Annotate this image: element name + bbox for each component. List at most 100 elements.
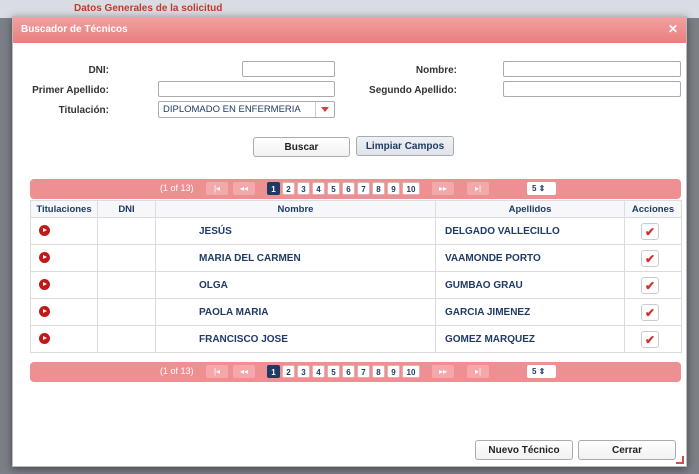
page-button[interactable]: 2: [282, 182, 295, 195]
column-header-acciones: Acciones: [624, 200, 682, 218]
background-section-heading: Datos Generales de la solicitud: [74, 3, 223, 14]
acciones-cell: ✔: [624, 217, 682, 245]
page-button[interactable]: 8: [372, 182, 385, 195]
previous-page-button[interactable]: ◂◂: [233, 182, 255, 195]
column-header-apellidos[interactable]: Apellidos: [435, 200, 625, 218]
arrow-circle-icon[interactable]: [39, 225, 50, 237]
table-header-row: Titulaciones DNI Nombre Apellidos Accion…: [30, 200, 682, 218]
page-button[interactable]: 4: [312, 365, 325, 378]
table-row[interactable]: OLGA GUMBAO GRAU ✔: [30, 271, 682, 299]
nombre-cell: OLGA: [155, 271, 436, 299]
table-row[interactable]: FRANCISCO JOSE GOMEZ MARQUEZ ✔: [30, 325, 682, 353]
titulaciones-cell: [30, 244, 98, 272]
dni-cell: [97, 217, 156, 245]
last-page-button[interactable]: ▸|: [467, 182, 489, 195]
page-button[interactable]: 7: [357, 365, 370, 378]
page-button[interactable]: 6: [342, 182, 355, 195]
titulaciones-cell: [30, 298, 98, 326]
nuevo-tecnico-button[interactable]: Nuevo Técnico: [475, 440, 573, 460]
page-button[interactable]: 10: [402, 365, 420, 378]
primer-apellido-label: Primer Apellido:: [32, 85, 109, 96]
table-row[interactable]: PAOLA MARIA GARCIA JIMENEZ ✔: [30, 298, 682, 326]
nombre-cell: PAOLA MARIA: [155, 298, 436, 326]
checkmark-icon[interactable]: ✔: [641, 276, 659, 294]
previous-page-button[interactable]: ◂◂: [233, 365, 255, 378]
dialog-titlebar[interactable]: Buscador de Técnicos ✕: [13, 17, 686, 43]
titulacion-label: Titulación:: [58, 105, 109, 116]
segundo-apellido-label: Segundo Apellido:: [369, 85, 457, 96]
dni-cell: [97, 298, 156, 326]
apellidos-cell: GUMBAO GRAU: [435, 271, 625, 299]
buscar-button[interactable]: Buscar: [253, 137, 350, 157]
acciones-cell: ✔: [624, 244, 682, 272]
next-page-button[interactable]: ▸▸: [432, 365, 454, 378]
apellidos-cell: GARCIA JIMENEZ: [435, 298, 625, 326]
first-page-button[interactable]: |◂: [206, 182, 228, 195]
rows-per-page-value: 5: [532, 367, 537, 376]
column-header-dni[interactable]: DNI: [97, 200, 156, 218]
page-button[interactable]: 2: [282, 365, 295, 378]
limpiar-campos-button[interactable]: Limpiar Campos: [356, 136, 454, 156]
cerrar-button[interactable]: Cerrar: [578, 440, 676, 460]
arrow-circle-icon[interactable]: [39, 333, 50, 345]
last-page-button[interactable]: ▸|: [467, 365, 489, 378]
resize-handle-icon[interactable]: [676, 456, 684, 464]
acciones-cell: ✔: [624, 298, 682, 326]
checkmark-icon[interactable]: ✔: [641, 330, 659, 348]
dialog-title: Buscador de Técnicos: [21, 24, 128, 35]
page-button[interactable]: 9: [387, 182, 400, 195]
table-row[interactable]: JESÚS DELGADO VALLECILLO ✔: [30, 217, 682, 245]
apellidos-cell: VAAMONDE PORTO: [435, 244, 625, 272]
column-header-titulaciones[interactable]: Titulaciones: [30, 200, 98, 218]
nombre-cell: MARIA DEL CARMEN: [155, 244, 436, 272]
dni-cell: [97, 244, 156, 272]
page-button[interactable]: 4: [312, 182, 325, 195]
page-button[interactable]: 5: [327, 182, 340, 195]
arrow-circle-icon[interactable]: [39, 279, 50, 291]
primer-apellido-field[interactable]: [158, 81, 335, 97]
segundo-apellido-field[interactable]: [503, 81, 681, 97]
page-button[interactable]: 10: [402, 182, 420, 195]
nombre-cell: JESÚS: [155, 217, 436, 245]
page-button[interactable]: 1: [267, 182, 280, 195]
page-button[interactable]: 7: [357, 182, 370, 195]
dni-field[interactable]: [242, 61, 335, 77]
titulaciones-cell: [30, 217, 98, 245]
page-button[interactable]: 5: [327, 365, 340, 378]
checkmark-icon[interactable]: ✔: [641, 249, 659, 267]
titulaciones-cell: [30, 325, 98, 353]
paginator-bottom: (1 of 13) |◂ ◂◂ 1 2 3 4 5 6 7 8 9 10 ▸▸ …: [30, 362, 681, 382]
table-row[interactable]: MARIA DEL CARMEN VAAMONDE PORTO ✔: [30, 244, 682, 272]
column-header-nombre[interactable]: Nombre: [155, 200, 436, 218]
nombre-label: Nombre:: [415, 65, 457, 76]
page-button[interactable]: 6: [342, 365, 355, 378]
technician-search-dialog: Buscador de Técnicos ✕ DNI: Nombre: Prim…: [12, 16, 687, 467]
page-button[interactable]: 3: [297, 182, 310, 195]
arrow-circle-icon[interactable]: [39, 306, 50, 318]
dni-label: DNI:: [88, 65, 109, 76]
rows-per-page-select[interactable]: 5 ⇕: [527, 365, 556, 378]
checkmark-icon[interactable]: ✔: [641, 303, 659, 321]
next-page-button[interactable]: ▸▸: [432, 182, 454, 195]
page-button[interactable]: 1: [267, 365, 280, 378]
apellidos-cell: GOMEZ MARQUEZ: [435, 325, 625, 353]
chevron-down-icon[interactable]: [315, 102, 334, 117]
arrow-circle-icon[interactable]: [39, 252, 50, 264]
acciones-cell: ✔: [624, 271, 682, 299]
nombre-field[interactable]: [503, 61, 681, 77]
acciones-cell: ✔: [624, 325, 682, 353]
checkmark-icon[interactable]: ✔: [641, 222, 659, 240]
apellidos-cell: DELGADO VALLECILLO: [435, 217, 625, 245]
dni-cell: [97, 325, 156, 353]
first-page-button[interactable]: |◂: [206, 365, 228, 378]
paginator-top: (1 of 13) |◂ ◂◂ 1 2 3 4 5 6 7 8 9 10 ▸▸ …: [30, 179, 681, 199]
titulacion-select[interactable]: DIPLOMADO EN ENFERMERIA: [158, 101, 335, 118]
rows-per-page-select[interactable]: 5 ⇕: [527, 182, 556, 195]
page-button[interactable]: 8: [372, 365, 385, 378]
page-button[interactable]: 3: [297, 365, 310, 378]
titulacion-selected-value: DIPLOMADO EN ENFERMERIA: [163, 104, 301, 115]
close-icon[interactable]: ✕: [668, 22, 678, 36]
page-button[interactable]: 9: [387, 365, 400, 378]
paginator-current-page: (1 of 13): [160, 183, 194, 193]
paginator-current-page: (1 of 13): [160, 366, 194, 376]
